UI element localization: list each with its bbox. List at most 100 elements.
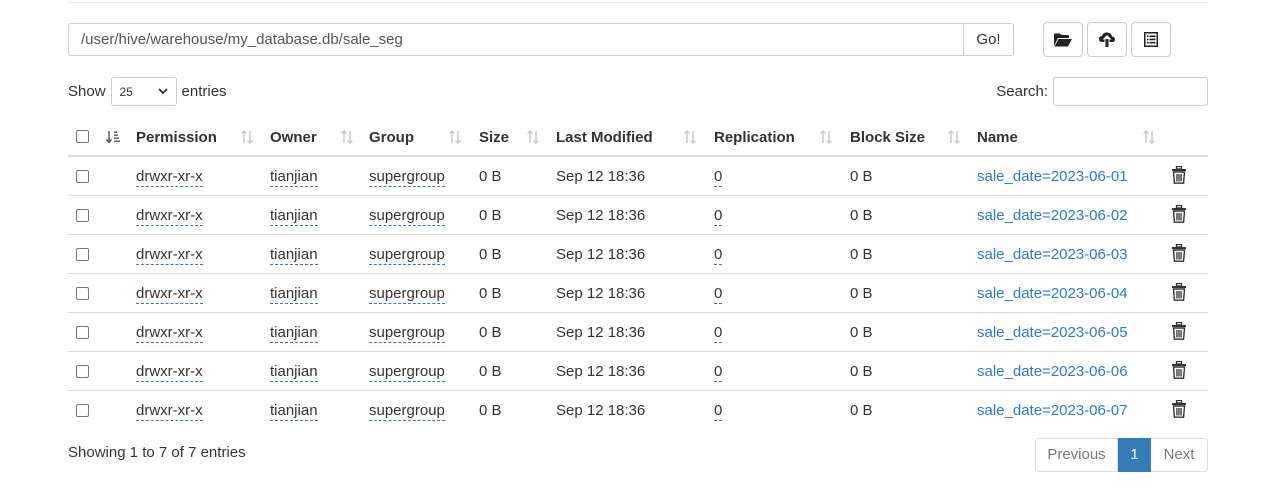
name-link[interactable]: sale_date=2023-06-04 — [977, 274, 1128, 313]
page-1-button[interactable]: 1 — [1118, 438, 1151, 472]
row-checkbox[interactable] — [76, 248, 89, 261]
header-size[interactable]: Size — [479, 118, 509, 157]
header-group[interactable]: Group — [369, 118, 414, 157]
select-all-checkbox[interactable] — [76, 130, 89, 143]
name-link[interactable]: sale_date=2023-06-07 — [977, 391, 1128, 430]
name-link[interactable]: sale_date=2023-06-06 — [977, 352, 1128, 391]
table-header: Permission Owner Group Size Last Modifie… — [68, 118, 1208, 157]
sort-arrows-icon[interactable] — [683, 130, 697, 144]
owner-cell[interactable]: tianjian — [270, 207, 318, 226]
owner-cell[interactable]: tianjian — [270, 246, 318, 265]
name-link[interactable]: sale_date=2023-06-02 — [977, 196, 1128, 235]
permission-cell[interactable]: drwxr-xr-x — [136, 246, 203, 265]
sort-arrows-icon[interactable] — [240, 130, 254, 144]
header-name[interactable]: Name — [977, 118, 1018, 157]
directory-path-input[interactable] — [68, 23, 964, 56]
pagination: Previous 1 Next — [1035, 438, 1208, 472]
size-cell: 0 B — [479, 363, 502, 380]
block-size-cell: 0 B — [850, 324, 873, 341]
sort-arrows-icon[interactable] — [947, 130, 961, 144]
sort-arrows-icon[interactable] — [340, 130, 354, 144]
group-cell[interactable]: supergroup — [369, 246, 445, 265]
owner-cell[interactable]: tianjian — [270, 324, 318, 343]
go-button[interactable]: Go! — [964, 23, 1014, 56]
last-modified-cell: Sep 12 18:36 — [556, 324, 646, 341]
top-divider — [68, 2, 1208, 3]
group-cell[interactable]: supergroup — [369, 324, 445, 343]
header-block-size[interactable]: Block Size — [850, 118, 925, 157]
permission-cell[interactable]: drwxr-xr-x — [136, 285, 203, 304]
size-cell: 0 B — [479, 324, 502, 341]
permission-cell[interactable]: drwxr-xr-x — [136, 207, 203, 226]
name-link[interactable]: sale_date=2023-06-05 — [977, 313, 1128, 352]
group-cell[interactable]: supergroup — [369, 402, 445, 421]
sort-arrows-icon[interactable] — [448, 130, 462, 144]
permission-cell[interactable]: drwxr-xr-x — [136, 402, 203, 421]
permission-cell[interactable]: drwxr-xr-x — [136, 324, 203, 343]
row-checkbox[interactable] — [76, 404, 89, 417]
group-cell[interactable]: supergroup — [369, 168, 445, 187]
table-row: drwxr-xr-x tianjian supergroup 0 B Sep 1… — [68, 313, 1208, 352]
header-last-modified[interactable]: Last Modified — [556, 118, 653, 157]
replication-cell[interactable]: 0 — [714, 363, 723, 382]
sort-arrows-icon[interactable] — [526, 130, 540, 144]
trash-icon[interactable] — [1171, 244, 1187, 262]
permission-cell[interactable]: drwxr-xr-x — [136, 363, 203, 382]
block-size-cell: 0 B — [850, 168, 873, 185]
row-checkbox[interactable] — [76, 287, 89, 300]
replication-cell[interactable]: 0 — [714, 402, 723, 421]
last-modified-cell: Sep 12 18:36 — [556, 246, 646, 263]
browse-directory-button[interactable] — [1043, 22, 1083, 57]
trash-icon[interactable] — [1171, 283, 1187, 301]
table-row: drwxr-xr-x tianjian supergroup 0 B Sep 1… — [68, 352, 1208, 391]
row-checkbox[interactable] — [76, 365, 89, 378]
size-cell: 0 B — [479, 246, 502, 263]
sort-icon[interactable] — [106, 130, 120, 144]
name-link[interactable]: sale_date=2023-06-01 — [977, 157, 1128, 196]
owner-cell[interactable]: tianjian — [270, 402, 318, 421]
entries-per-page-value: 25 — [119, 84, 133, 99]
list-view-button[interactable] — [1131, 22, 1171, 57]
row-checkbox[interactable] — [76, 170, 89, 183]
name-link[interactable]: sale_date=2023-06-03 — [977, 235, 1128, 274]
path-bar: Go! — [68, 23, 1014, 56]
file-table: Permission Owner Group Size Last Modifie… — [68, 118, 1208, 430]
group-cell[interactable]: supergroup — [369, 363, 445, 382]
trash-icon[interactable] — [1171, 361, 1187, 379]
owner-cell[interactable]: tianjian — [270, 363, 318, 382]
sort-arrows-icon[interactable] — [819, 130, 833, 144]
search-control: Search: — [996, 77, 1208, 106]
entries-per-page-select[interactable]: 25 — [110, 77, 177, 106]
trash-icon[interactable] — [1171, 205, 1187, 223]
search-label: Search: — [996, 83, 1048, 100]
upload-button[interactable] — [1087, 22, 1127, 57]
header-replication[interactable]: Replication — [714, 118, 795, 157]
next-page-button[interactable]: Next — [1151, 438, 1208, 472]
header-permission[interactable]: Permission — [136, 118, 217, 157]
trash-icon[interactable] — [1171, 400, 1187, 418]
replication-cell[interactable]: 0 — [714, 168, 723, 187]
previous-page-button[interactable]: Previous — [1035, 438, 1118, 472]
last-modified-cell: Sep 12 18:36 — [556, 363, 646, 380]
search-input[interactable] — [1053, 77, 1208, 106]
replication-cell[interactable]: 0 — [714, 207, 723, 226]
permission-cell[interactable]: drwxr-xr-x — [136, 168, 203, 187]
group-cell[interactable]: supergroup — [369, 285, 445, 304]
size-cell: 0 B — [479, 168, 502, 185]
owner-cell[interactable]: tianjian — [270, 285, 318, 304]
header-owner[interactable]: Owner — [270, 118, 317, 157]
replication-cell[interactable]: 0 — [714, 285, 723, 304]
trash-icon[interactable] — [1171, 166, 1187, 184]
last-modified-cell: Sep 12 18:36 — [556, 285, 646, 302]
table-row: drwxr-xr-x tianjian supergroup 0 B Sep 1… — [68, 235, 1208, 274]
size-cell: 0 B — [479, 402, 502, 419]
owner-cell[interactable]: tianjian — [270, 168, 318, 187]
trash-icon[interactable] — [1171, 322, 1187, 340]
sort-arrows-icon[interactable] — [1142, 130, 1156, 144]
row-checkbox[interactable] — [76, 326, 89, 339]
row-checkbox[interactable] — [76, 209, 89, 222]
group-cell[interactable]: supergroup — [369, 207, 445, 226]
replication-cell[interactable]: 0 — [714, 324, 723, 343]
chevron-down-icon — [157, 88, 168, 95]
replication-cell[interactable]: 0 — [714, 246, 723, 265]
